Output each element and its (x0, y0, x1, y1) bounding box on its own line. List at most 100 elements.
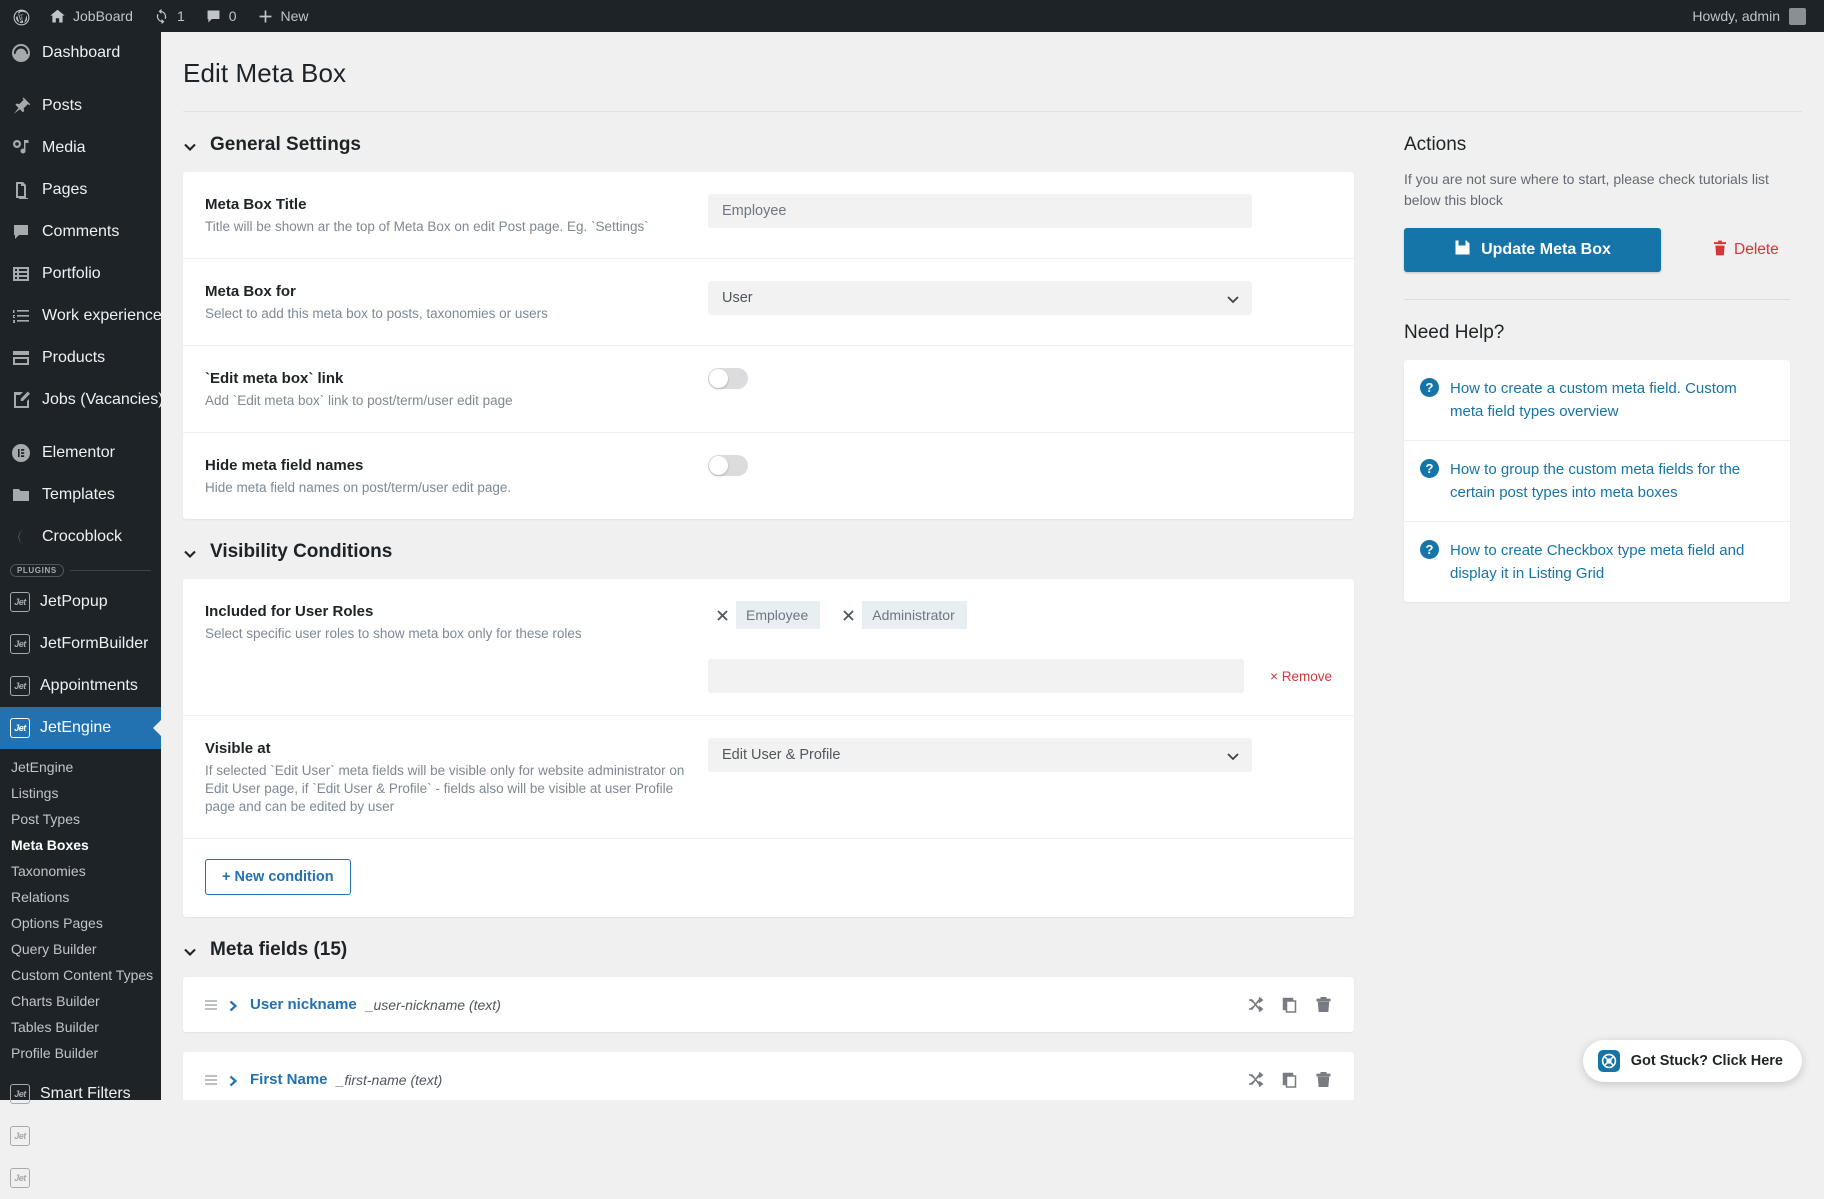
meta-box-for-value: User (722, 290, 753, 306)
trash-icon[interactable] (1315, 1071, 1332, 1088)
sidebar-item-jetpopup[interactable]: Jet JetPopup (0, 581, 161, 623)
sidebar-item-posts[interactable]: Posts (0, 85, 161, 127)
sidebar-item-templates[interactable]: Templates (0, 474, 161, 516)
sidebar-item-jetreviews[interactable]: Jet JetReviews (0, 1157, 161, 1199)
submenu-item-tables-builder[interactable]: Tables Builder (0, 1014, 161, 1040)
howdy-label: Howdy, admin (1692, 8, 1780, 24)
media-icon (10, 137, 32, 159)
row-label-group: Hide meta field names Hide meta field na… (205, 455, 708, 497)
row-control (708, 368, 1332, 389)
submenu-item-relations[interactable]: Relations (0, 884, 161, 910)
row-control (708, 455, 1332, 476)
avatar (1789, 7, 1806, 25)
sidebar-main-menu: Dashboard Posts Media Pages Comments Por… (0, 32, 161, 1199)
site-name-button[interactable]: JobBoard (39, 0, 143, 32)
submenu-item-options-pages[interactable]: Options Pages (0, 910, 161, 936)
sidebar-item-smart-filters[interactable]: Jet Smart Filters (0, 1073, 161, 1115)
edit-meta-box-link-toggle[interactable] (708, 368, 748, 389)
chevron-down-icon (1226, 750, 1240, 762)
sidebar-item-crocoblock[interactable]: Crocoblock (0, 516, 161, 558)
sidebar-item-pages[interactable]: Pages (0, 169, 161, 211)
updates-button[interactable]: 1 (143, 0, 195, 32)
sidebar-item-label: Appointments (40, 677, 138, 694)
chevron-right-icon[interactable] (227, 1074, 239, 1086)
sidebar-item-label: Products (42, 349, 106, 366)
new-content-button[interactable]: New (247, 0, 319, 32)
delete-button[interactable]: Delete (1713, 240, 1779, 261)
update-meta-box-button[interactable]: Update Meta Box (1404, 228, 1661, 272)
visible-at-select[interactable]: Edit User & Profile (708, 738, 1252, 772)
close-icon[interactable] (708, 601, 736, 629)
shuffle-icon[interactable] (1247, 1071, 1264, 1088)
condition-secondary-input[interactable] (708, 659, 1245, 693)
remove-condition-link[interactable]: × Remove (1270, 669, 1332, 684)
sidebar-item-dashboard[interactable]: Dashboard (0, 32, 161, 74)
condition-remove-row: × Remove (183, 649, 1354, 716)
comments-button[interactable]: 0 (195, 0, 247, 32)
submenu-item-charts-builder[interactable]: Charts Builder (0, 988, 161, 1014)
question-mark-icon: ? (1420, 459, 1439, 478)
sidebar-item-appointments[interactable]: Jet Appointments (0, 665, 161, 707)
submenu-item-post-types[interactable]: Post Types (0, 806, 161, 832)
submenu-item-taxonomies[interactable]: Taxonomies (0, 858, 161, 884)
sidebar-item-products[interactable]: Products (0, 337, 161, 379)
question-mark-icon: ? (1420, 378, 1439, 397)
copy-icon[interactable] (1281, 996, 1298, 1013)
copy-icon[interactable] (1281, 1071, 1298, 1088)
field-label: Hide meta field names (205, 457, 364, 474)
howdy-menu[interactable]: Howdy, admin (1692, 7, 1824, 25)
sidebar-item-comments[interactable]: Comments (0, 211, 161, 253)
close-icon[interactable] (834, 601, 863, 629)
submenu-item-meta-boxes[interactable]: Meta Boxes (0, 832, 161, 858)
submenu-item-profile-builder[interactable]: Profile Builder (0, 1040, 161, 1066)
submenu-item-listings[interactable]: Listings (0, 780, 161, 806)
meta-field-title[interactable]: User nickname (250, 996, 357, 1013)
help-link[interactable]: How to group the custom meta fields for … (1450, 458, 1772, 504)
visibility-conditions-header[interactable]: Visibility Conditions (161, 519, 1376, 579)
sidebar-item-bookings[interactable]: Jet Bookings (0, 1115, 161, 1157)
sidebar-item-jobs[interactable]: Jobs (Vacancies) (0, 379, 161, 421)
wordpress-logo-button[interactable] (0, 0, 39, 32)
sidebar-item-jetformbuilder[interactable]: Jet JetFormBuilder (0, 623, 161, 665)
settings-column: General Settings Meta Box Title Title wi… (161, 112, 1376, 1100)
submenu-item-query-builder[interactable]: Query Builder (0, 936, 161, 962)
sidebar-item-work-experience[interactable]: Work experience (0, 295, 161, 337)
user-role-tag[interactable]: Administrator (834, 601, 967, 629)
row-label-group: Meta Box for Select to add this meta box… (205, 281, 708, 323)
help-link[interactable]: How to create a custom meta field. Custo… (1450, 377, 1772, 423)
jet-badge-icon: Jet (10, 592, 30, 612)
shuffle-icon[interactable] (1247, 996, 1264, 1013)
sidebar-item-jetengine[interactable]: Jet JetEngine (0, 707, 161, 749)
submenu-item-jetengine[interactable]: JetEngine (0, 754, 161, 780)
help-list-item[interactable]: ? How to create Checkbox type meta field… (1404, 522, 1790, 602)
sidebar-item-label: Elementor (42, 444, 115, 461)
drag-handle-icon[interactable] (203, 1072, 219, 1088)
meta-field-row[interactable]: First Name _first-name (text) (183, 1052, 1354, 1100)
trash-icon[interactable] (1315, 996, 1332, 1013)
elementor-icon (10, 442, 32, 464)
help-list-item[interactable]: ? How to group the custom meta fields fo… (1404, 441, 1790, 522)
sidebar-separator (0, 421, 161, 432)
new-condition-button[interactable]: + New condition (205, 859, 351, 895)
meta-field-slug: _first-name (text) (336, 1071, 443, 1088)
chevron-right-icon[interactable] (227, 999, 239, 1011)
meta-field-title[interactable]: First Name (250, 1071, 328, 1088)
sidebar-item-elementor[interactable]: Elementor (0, 432, 161, 474)
help-list-item[interactable]: ? How to create a custom meta field. Cus… (1404, 360, 1790, 441)
submenu-item-custom-content-types[interactable]: Custom Content Types (0, 962, 161, 988)
sidebar-item-portfolio[interactable]: Portfolio (0, 253, 161, 295)
meta-field-row[interactable]: User nickname _user-nickname (text) (183, 977, 1354, 1032)
hide-meta-field-names-toggle[interactable] (708, 455, 748, 476)
sidebar-item-label: Jobs (Vacancies) (42, 391, 161, 408)
meta-box-for-select[interactable]: User (708, 281, 1252, 315)
meta-box-title-input[interactable]: Employee (708, 194, 1252, 228)
meta-fields-header[interactable]: Meta fields (15) (161, 917, 1376, 977)
sidebar-item-media[interactable]: Media (0, 127, 161, 169)
support-chat-label: Got Stuck? Click Here (1630, 1053, 1783, 1069)
support-chat-button[interactable]: Got Stuck? Click Here (1582, 1040, 1802, 1082)
user-role-tag[interactable]: Employee (708, 601, 821, 629)
drag-handle-icon[interactable] (203, 997, 219, 1013)
help-link[interactable]: How to create Checkbox type meta field a… (1450, 539, 1772, 585)
row-control: Employee (708, 194, 1332, 228)
general-settings-header[interactable]: General Settings (161, 112, 1376, 172)
